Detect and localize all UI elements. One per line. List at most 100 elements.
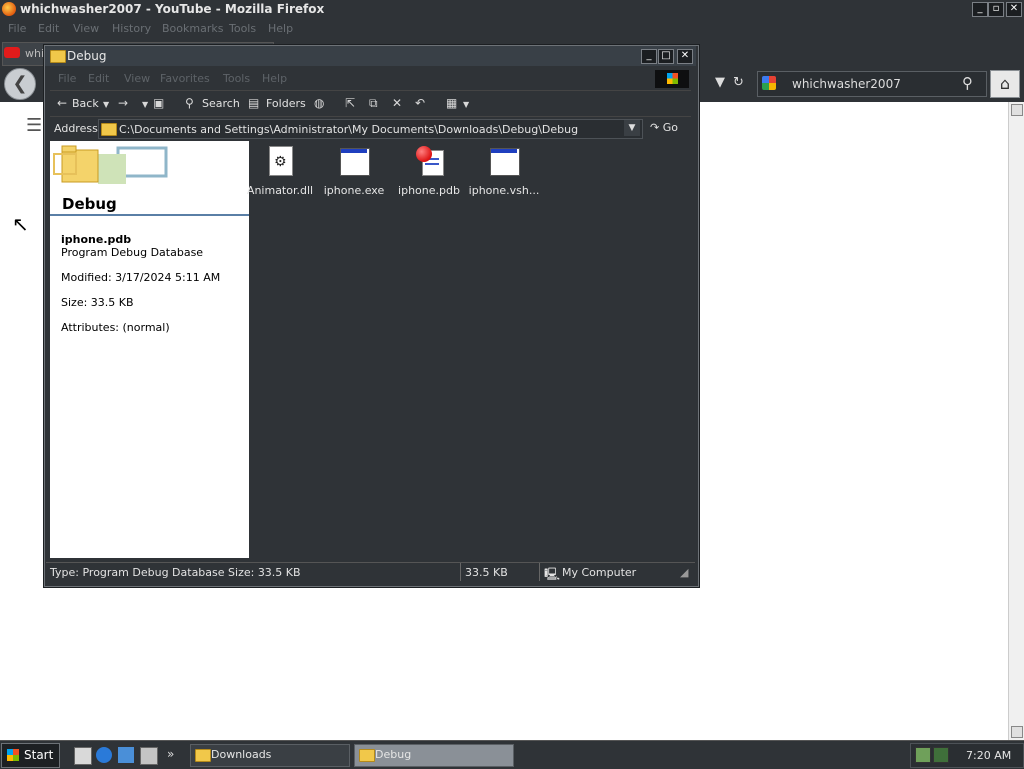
forward-dropdown-icon[interactable]: ▼ (142, 100, 148, 109)
folders-icon[interactable]: ▤ (248, 96, 259, 110)
file-list (250, 141, 691, 558)
explorer-minimize-button[interactable]: _ (641, 49, 657, 64)
details-folder-title: Debug (62, 195, 117, 213)
explorer-menu-tools[interactable]: Tools (223, 72, 250, 85)
file-item[interactable]: ⚙ Animator.dll (243, 146, 317, 197)
magnifier-icon[interactable]: ⚲ (962, 74, 973, 92)
explorer-window-title: Debug (67, 49, 107, 63)
show-desktop-icon[interactable] (74, 747, 92, 765)
file-name: iphone.exe (323, 184, 385, 197)
move-to-icon[interactable]: ⇱ (345, 96, 355, 110)
explorer-menu-edit[interactable]: Edit (88, 72, 109, 85)
go-arrow-icon: ↷ (650, 121, 660, 134)
restore-button[interactable]: ▫ (988, 2, 1004, 17)
computer-icon: 🖳 (544, 567, 561, 581)
explorer-menu-help[interactable]: Help (262, 72, 287, 85)
quicklaunch-more-icon[interactable]: » (167, 747, 183, 763)
file-item[interactable]: iphone.vsh... (467, 146, 541, 197)
back-arrow-icon[interactable]: ← (57, 96, 67, 110)
start-label: Start (24, 748, 54, 762)
explorer-menu-view[interactable]: View (124, 72, 150, 85)
address-field[interactable]: C:\Documents and Settings\Administrator\… (98, 119, 643, 139)
menu-file[interactable]: File (8, 22, 26, 35)
address-input[interactable]: C:\Documents and Settings\Administrator\… (119, 123, 578, 136)
menu-tools[interactable]: Tools (229, 22, 256, 35)
reload-icon[interactable]: ↻ (733, 75, 744, 90)
windows-flag-icon (7, 749, 19, 761)
search-bar[interactable]: whichwasher2007 (757, 71, 987, 97)
delete-icon[interactable]: ✕ (392, 96, 402, 110)
file-item-selected[interactable]: iphone.pdb (392, 146, 466, 197)
undo-icon[interactable]: ↶ (415, 96, 425, 110)
task-label: Downloads (211, 748, 272, 761)
status-size: 33.5 KB (465, 566, 508, 579)
up-folder-icon[interactable]: ▣ (153, 96, 164, 110)
windows-flag-icon (655, 70, 689, 88)
explorer-menu-favorites[interactable]: Favorites (160, 72, 210, 85)
scroll-down-icon[interactable] (1011, 726, 1023, 738)
forward-arrow-icon[interactable]: → (118, 96, 128, 110)
menu-history[interactable]: History (112, 22, 151, 35)
resize-grip-icon[interactable]: ◢ (680, 566, 688, 579)
folder-icon (359, 749, 375, 762)
exe-window-icon (339, 146, 370, 178)
details-modified: Modified: 3/17/2024 5:11 AM (61, 271, 221, 284)
firefox-logo-icon (2, 2, 16, 16)
details-divider (50, 214, 249, 216)
search-input[interactable]: whichwasher2007 (792, 77, 901, 91)
views-icon[interactable]: ▦ (446, 96, 457, 110)
tray-app-icon[interactable] (933, 747, 949, 763)
search-button[interactable]: Search (202, 97, 240, 110)
back-dropdown-icon[interactable]: ▼ (103, 100, 109, 109)
network-icon[interactable] (915, 747, 931, 763)
go-button[interactable]: ↷ Go (650, 121, 678, 134)
explorer-close-button[interactable]: ✕ (677, 49, 693, 64)
task-downloads[interactable]: Downloads (190, 744, 350, 767)
google-icon[interactable] (762, 76, 776, 90)
minimize-button[interactable]: _ (972, 2, 988, 17)
youtube-icon (4, 47, 20, 58)
details-file-type: Program Debug Database (61, 246, 204, 259)
views-dropdown-icon[interactable]: ▼ (463, 100, 469, 109)
status-divider (539, 563, 540, 581)
outlook-express-icon[interactable] (118, 747, 134, 763)
hamburger-menu-icon[interactable]: ☰ (26, 115, 42, 136)
firefox-menu-bar: File Edit View History Bookmarks Tools H… (0, 18, 1024, 40)
folders-button[interactable]: Folders (266, 97, 306, 110)
status-zone: My Computer (562, 566, 637, 579)
scroll-up-icon[interactable] (1011, 104, 1023, 116)
pdb-icon (414, 146, 444, 178)
dropdown-arrow-icon[interactable]: ▼ (715, 75, 725, 90)
menu-help[interactable]: Help (268, 22, 293, 35)
address-dropdown-icon[interactable]: ▼ (624, 120, 640, 136)
search-icon[interactable]: ⚲ (185, 96, 194, 110)
globe-icon[interactable]: ◍ (314, 96, 324, 110)
explorer-menu-file[interactable]: File (58, 72, 76, 85)
file-name: iphone.vsh... (468, 184, 540, 197)
close-button[interactable]: ✕ (1006, 2, 1022, 17)
folder-banner-icon (53, 145, 168, 184)
task-debug[interactable]: Debug (354, 744, 514, 767)
details-file-name: iphone.pdb (61, 233, 132, 246)
menu-edit[interactable]: Edit (38, 22, 59, 35)
copy-to-icon[interactable]: ⧉ (369, 96, 378, 111)
internet-explorer-icon[interactable] (96, 747, 112, 763)
home-button[interactable]: ⌂ (990, 70, 1020, 98)
address-folder-icon (101, 123, 117, 136)
go-label: Go (662, 121, 678, 134)
back-button[interactable]: Back (72, 97, 99, 110)
folder-icon (50, 50, 66, 63)
firefox-title-bar: whichwasher2007 - YouTube - Mozilla Fire… (0, 0, 1024, 18)
explorer-title-bar: Debug _ □ ✕ (45, 46, 696, 66)
start-button[interactable]: Start (1, 743, 60, 768)
page-scrollbar[interactable] (1008, 102, 1024, 740)
clock[interactable]: 7:20 AM (966, 749, 1011, 762)
explorer-search-icon[interactable] (140, 747, 158, 765)
explorer-maximize-button[interactable]: □ (658, 49, 674, 64)
details-size: Size: 33.5 KB (61, 296, 134, 309)
browser-back-button[interactable]: ❮ (4, 68, 36, 100)
file-item[interactable]: iphone.exe (317, 146, 391, 197)
menu-view[interactable]: View (73, 22, 99, 35)
menu-bookmarks[interactable]: Bookmarks (162, 22, 223, 35)
url-bar-end[interactable]: ▼ ↻ (697, 72, 752, 94)
